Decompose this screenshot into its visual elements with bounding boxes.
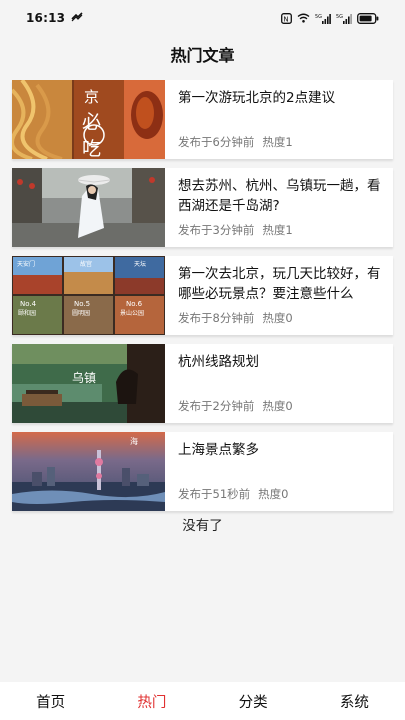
tab-hot[interactable]: 热门 [127,687,176,716]
article-card[interactable]: 天安门 故宫 天坛 No.4 颐和园 No.5 圆明园 No.6 景山公园 第一… [12,256,393,335]
nfc-icon: N [281,12,292,24]
article-meta: 发布于6分钟前 热度1 [178,134,293,150]
page-title: 热门文章 [170,46,235,65]
article-published: 发布于6分钟前 [178,135,255,149]
article-heat: 热度1 [262,223,293,237]
article-title[interactable]: 第一次游玩北京的2点建议 [178,88,382,108]
svg-text:No.6: No.6 [126,300,143,308]
tab-home[interactable]: 首页 [26,687,75,716]
signal-icon-1: 5G [315,13,331,24]
bottom-tab-bar: 首页 热门 分类 系统 [0,682,405,720]
article-title[interactable]: 第一次去北京，玩几天比较好，有哪些必玩景点？要注意些什么 [178,264,382,304]
svg-text:圆明园: 圆明园 [72,310,90,317]
wifi-icon [297,13,310,23]
battery-icon [357,12,379,24]
article-heat: 热度0 [262,311,293,325]
svg-text:景山公园: 景山公园 [120,309,144,317]
svg-text:5G: 5G [336,14,343,20]
list-end-text: 没有了 [182,518,223,534]
article-meta: 发布于51秒前 热度0 [178,486,288,502]
article-thumbnail [12,168,165,247]
article-list: 京 必 吃 第一次游玩北京的2点建议 发布于6分钟前 热度1 想去苏州、杭州、乌… [12,80,393,520]
article-card[interactable]: 京 必 吃 第一次游玩北京的2点建议 发布于6分钟前 热度1 [12,80,393,159]
status-time: 16:13 [26,11,66,25]
svg-text:故宫: 故宫 [80,260,92,268]
svg-text:颐和园: 颐和园 [18,309,36,317]
article-published: 发布于51秒前 [178,487,251,501]
article-title[interactable]: 想去苏州、杭州、乌镇玩一趟，看西湖还是千岛湖? [178,176,382,216]
svg-text:海: 海 [130,436,138,446]
article-thumbnail: 天安门 故宫 天坛 No.4 颐和园 No.5 圆明园 No.6 景山公园 [12,256,165,335]
article-thumbnail: 京 必 吃 [12,80,165,159]
svg-text:5G: 5G [315,14,322,20]
signal-icon-2: 5G [336,13,352,24]
article-meta: 发布于2分钟前 热度0 [178,398,293,414]
article-heat: 热度1 [262,135,293,149]
article-thumbnail: 乌镇 [12,344,165,423]
tab-category[interactable]: 分类 [229,687,278,716]
svg-text:No.5: No.5 [74,300,90,308]
article-published: 发布于3分钟前 [178,223,255,237]
thumb-caption: 京 [84,88,99,106]
article-meta: 发布于3分钟前 热度1 [178,222,293,238]
article-meta: 发布于8分钟前 热度0 [178,310,293,326]
article-title[interactable]: 上海景点繁多 [178,440,382,460]
article-published: 发布于8分钟前 [178,311,255,325]
svg-text:天安门: 天安门 [17,260,35,268]
article-published: 发布于2分钟前 [178,399,255,413]
sync-icon [71,11,83,25]
article-title[interactable]: 杭州线路规划 [178,352,382,372]
status-left: 16:13 [26,11,83,25]
svg-text:吃: 吃 [82,138,101,159]
article-card[interactable]: 乌镇 杭州线路规划 发布于2分钟前 热度0 [12,344,393,423]
status-right: N 5G 5G [281,12,379,24]
article-card[interactable]: 想去苏州、杭州、乌镇玩一趟，看西湖还是千岛湖? 发布于3分钟前 热度1 [12,168,393,247]
article-heat: 热度0 [258,487,289,501]
svg-text:N: N [283,15,288,23]
article-heat: 热度0 [262,399,293,413]
page-header: 热门文章 [0,36,405,72]
tab-system[interactable]: 系统 [330,687,379,716]
svg-text:天坛: 天坛 [134,260,146,268]
svg-text:No.4: No.4 [20,300,37,308]
article-thumbnail: 海 [12,432,165,511]
svg-text:乌镇: 乌镇 [72,370,96,385]
status-bar: 16:13 N 5G 5G [0,0,405,36]
article-card[interactable]: 海 上海景点繁多 发布于51秒前 热度0 [12,432,393,511]
